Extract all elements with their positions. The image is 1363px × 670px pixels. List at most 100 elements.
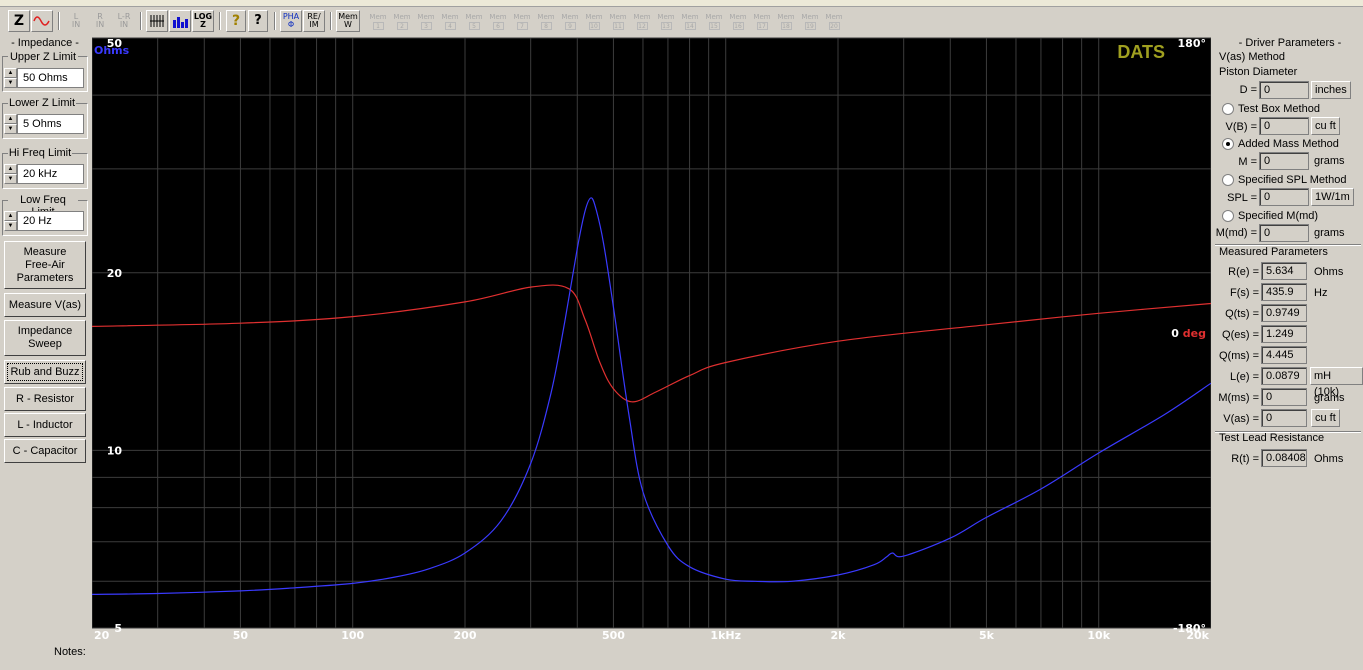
- y-tick-label: 20: [107, 267, 123, 280]
- measure-free-air-button[interactable]: Measure Free-Air Parameters: [4, 241, 86, 289]
- spin-down-icon[interactable]: ▼: [4, 124, 17, 134]
- phase-button[interactable]: PHA Φ: [280, 10, 302, 32]
- rt-unit: Ohms: [1314, 453, 1344, 465]
- spin-up-icon[interactable]: ▲: [4, 164, 17, 174]
- memory-slot-5-button[interactable]: Mem 5: [463, 10, 485, 32]
- memory-slot-2-button[interactable]: Mem 2: [391, 10, 413, 32]
- spl-label: SPL =: [1227, 192, 1257, 204]
- help-button[interactable]: ?: [226, 10, 246, 32]
- memory-slot-label: Mem: [393, 12, 411, 21]
- memory-slot-label: Mem: [489, 12, 507, 21]
- inductor-button[interactable]: L - Inductor: [4, 413, 86, 437]
- rt-field[interactable]: 0.08408: [1261, 449, 1307, 467]
- test-box-label: Test Box Method: [1238, 103, 1320, 115]
- specified-spl-radio[interactable]: [1222, 174, 1234, 186]
- memory-slot-19-button[interactable]: Mem 19: [799, 10, 821, 32]
- re-value: 5.634: [1261, 262, 1307, 280]
- vb-field[interactable]: 0: [1259, 117, 1309, 135]
- impedance-chart[interactable]: 50 20 10 5 Ohms 180° 0 deg -180° 20 50 100 200 500 1k…: [92, 36, 1211, 641]
- memory-slot-10-button[interactable]: Mem 10: [583, 10, 605, 32]
- grid-lines-button[interactable]: [146, 10, 168, 32]
- le-unit-button[interactable]: mH (10k): [1310, 367, 1363, 398]
- spin-up-icon[interactable]: ▲: [4, 68, 17, 78]
- d-unit-button[interactable]: inches: [1311, 81, 1351, 99]
- vb-unit-button[interactable]: cu ft: [1311, 117, 1340, 135]
- memory-slot-number: 11: [612, 21, 624, 30]
- added-mass-label: Added Mass Method: [1238, 138, 1339, 150]
- capacitor-button[interactable]: C - Capacitor: [4, 439, 86, 463]
- memory-slot-17-button[interactable]: Mem 17: [751, 10, 773, 32]
- memory-slot-16-button[interactable]: Mem 16: [727, 10, 749, 32]
- spin-down-icon[interactable]: ▼: [4, 221, 17, 231]
- sine-wave-button[interactable]: [31, 10, 53, 32]
- memory-slot-13-button[interactable]: Mem 13: [655, 10, 677, 32]
- spin-down-icon[interactable]: ▼: [4, 78, 17, 88]
- memory-slot-14-button[interactable]: Mem 14: [679, 10, 701, 32]
- memory-slot-18-button[interactable]: Mem 18: [775, 10, 797, 32]
- memory-slot-12-button[interactable]: Mem 12: [631, 10, 653, 32]
- hi-freq-spinner: ▲ ▼ 20 kHz: [4, 164, 84, 184]
- memory-slot-3-button[interactable]: Mem 3: [415, 10, 437, 32]
- mms-unit: grams: [1314, 392, 1345, 404]
- memory-slot-number: 5: [468, 21, 480, 30]
- added-mass-radio[interactable]: [1222, 138, 1234, 150]
- m-field[interactable]: 0: [1259, 152, 1309, 170]
- memory-slot-8-button[interactable]: Mem 8: [535, 10, 557, 32]
- toolbar-separator: [219, 12, 221, 30]
- impedance-mode-button[interactable]: Z: [8, 10, 30, 32]
- memory-slot-11-button[interactable]: Mem 11: [607, 10, 629, 32]
- memory-slot-7-button[interactable]: Mem 7: [511, 10, 533, 32]
- memory-slot-number: 14: [684, 21, 696, 30]
- memory-slot-20-button[interactable]: Mem 20: [823, 10, 845, 32]
- right-input-button[interactable]: R IN: [90, 10, 110, 32]
- chart-svg: 5020105Ohms180°0 deg-180°20 50 100 200 500 1k…: [92, 37, 1211, 641]
- y-tick-label: 10: [107, 444, 123, 457]
- test-box-radio[interactable]: [1222, 103, 1234, 115]
- log-z-button[interactable]: LOG Z: [192, 10, 214, 32]
- memory-slot-4-button[interactable]: Mem 4: [439, 10, 461, 32]
- d-field[interactable]: 0: [1259, 81, 1309, 99]
- memory-slot-label: Mem: [681, 12, 699, 21]
- toolbar: Z L IN R IN L-R IN LOG Z ? ? PHA Φ RE/ I…: [0, 8, 1363, 34]
- low-freq-value[interactable]: 20 Hz: [17, 211, 84, 231]
- lower-z-value[interactable]: 5 Ohms: [17, 114, 84, 134]
- toolbar-separator: [330, 12, 332, 30]
- y-axis-label: Ohms: [94, 44, 130, 57]
- spin-up-icon[interactable]: ▲: [4, 211, 17, 221]
- memory-slot-number: 15: [708, 21, 720, 30]
- specified-mmd-radio[interactable]: [1222, 210, 1234, 222]
- spl-field[interactable]: 0: [1259, 188, 1309, 206]
- spin-down-icon[interactable]: ▼: [4, 174, 17, 184]
- memory-write-button[interactable]: Mem W: [336, 10, 360, 32]
- left-minus-right-input-button[interactable]: L-R IN: [113, 10, 135, 32]
- impedance-sweep-button[interactable]: Impedance Sweep: [4, 320, 86, 356]
- spin-up-icon[interactable]: ▲: [4, 114, 17, 124]
- rub-and-buzz-button[interactable]: Rub and Buzz: [4, 360, 86, 384]
- memory-slot-1-button[interactable]: Mem 1: [367, 10, 389, 32]
- memory-slot-label: Mem: [825, 12, 843, 21]
- memory-slot-number: 19: [804, 21, 816, 30]
- vas-label: V(as) =: [1223, 413, 1259, 425]
- rt-label: R(t) =: [1231, 453, 1259, 465]
- vas-unit-button[interactable]: cu ft: [1311, 409, 1340, 427]
- hi-freq-value[interactable]: 20 kHz: [17, 164, 84, 184]
- toolbar-separator: [58, 12, 60, 30]
- x-tick-label: 20: [94, 629, 110, 641]
- memory-slot-6-button[interactable]: Mem 6: [487, 10, 509, 32]
- mmd-field[interactable]: 0: [1259, 224, 1309, 242]
- x-tick-label: 2k: [831, 629, 847, 641]
- toolbar-separator: [274, 12, 276, 30]
- m-label: M =: [1238, 156, 1257, 168]
- phase-tick-label: 180°: [1178, 37, 1206, 50]
- memory-slot-15-button[interactable]: Mem 15: [703, 10, 725, 32]
- memory-slot-number: 4: [444, 21, 456, 30]
- real-imaginary-button[interactable]: RE/ IM: [303, 10, 325, 32]
- memory-slot-9-button[interactable]: Mem 9: [559, 10, 581, 32]
- left-input-button[interactable]: L IN: [66, 10, 86, 32]
- measure-vas-button[interactable]: Measure V(as): [4, 293, 86, 317]
- context-help-button[interactable]: ?: [248, 10, 268, 32]
- spectrum-bars-button[interactable]: [169, 10, 191, 32]
- spl-unit-button[interactable]: 1W/1m: [1311, 188, 1354, 206]
- resistor-button[interactable]: R - Resistor: [4, 387, 86, 411]
- upper-z-value[interactable]: 50 Ohms: [17, 68, 84, 88]
